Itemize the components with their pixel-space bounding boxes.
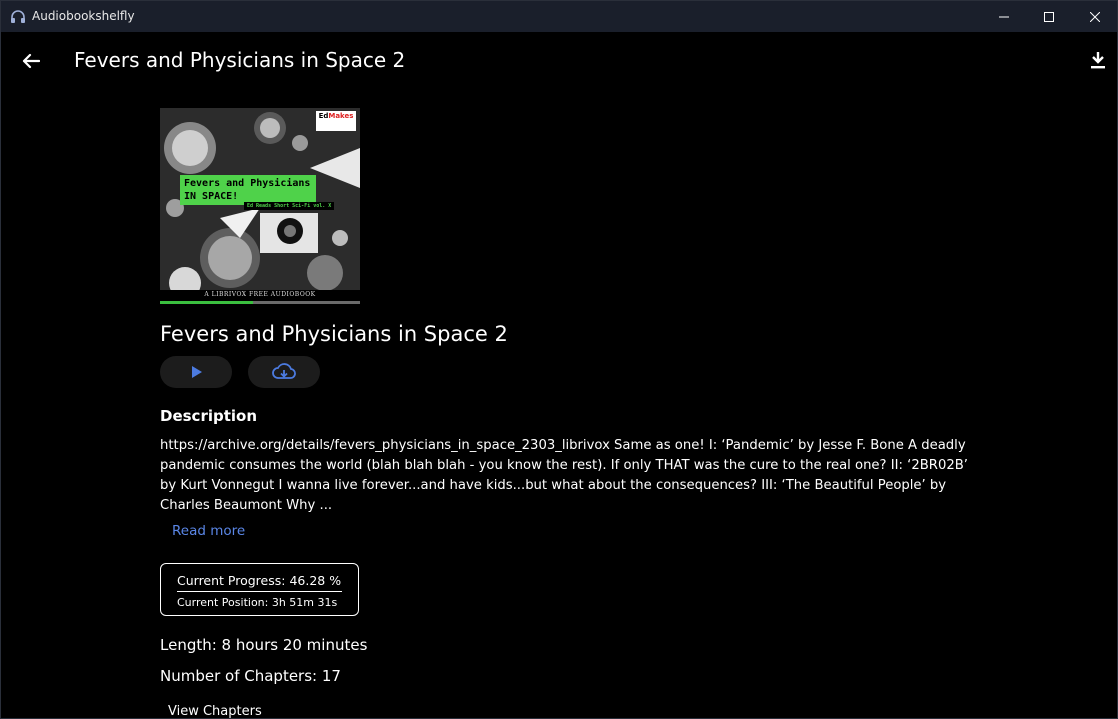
book-length: Length: 8 hours 20 minutes [160, 636, 368, 654]
chapter-count: Number of Chapters: 17 [160, 667, 341, 685]
download-button[interactable] [1085, 47, 1111, 73]
minimize-button[interactable] [981, 1, 1027, 32]
download-cloud-button[interactable] [248, 356, 320, 388]
arrow-left-icon [22, 53, 40, 69]
download-icon [1091, 52, 1105, 69]
cover-title-banner: Fevers and Physicians IN SPACE! [180, 175, 316, 205]
book-cover: EdMakes Fevers and Physicians IN SPACE! … [160, 108, 360, 304]
headphones-icon [10, 9, 26, 23]
back-button[interactable] [17, 47, 45, 75]
cover-subtitle: Ed Reads Short Sci-Fi vol. X [244, 202, 335, 210]
cover-publisher-logo: EdMakes [316, 111, 356, 131]
maximize-icon [1044, 11, 1054, 22]
cover-progress-bar [160, 301, 360, 304]
window-title: Audiobookshelfly [32, 9, 135, 23]
close-button[interactable] [1072, 1, 1118, 32]
progress-divider [177, 591, 342, 592]
minimize-icon [999, 16, 1009, 17]
cloud-download-icon [272, 363, 296, 379]
cover-progress-fill [160, 301, 253, 304]
view-chapters-button[interactable]: View Chapters [168, 704, 262, 719]
description-text: https://archive.org/details/fevers_physi… [160, 438, 968, 513]
current-position: Current Position: 3h 51m 31s [177, 596, 338, 609]
description-heading: Description [160, 407, 258, 425]
app-window: Audiobookshelfly Fevers and Physicians i… [0, 0, 1118, 719]
read-more-link[interactable]: Read more [172, 523, 245, 539]
book-title: Fevers and Physicians in Space 2 [160, 322, 508, 346]
page-title: Fevers and Physicians in Space 2 [74, 48, 406, 72]
maximize-button[interactable] [1026, 1, 1072, 32]
title-bar[interactable]: Audiobookshelfly [1, 1, 1117, 32]
progress-card: Current Progress: 46.28 % Current Positi… [160, 563, 359, 616]
current-progress: Current Progress: 46.28 % [177, 573, 342, 588]
play-icon [192, 366, 202, 378]
play-button[interactable] [160, 356, 232, 388]
close-icon [1090, 11, 1100, 22]
